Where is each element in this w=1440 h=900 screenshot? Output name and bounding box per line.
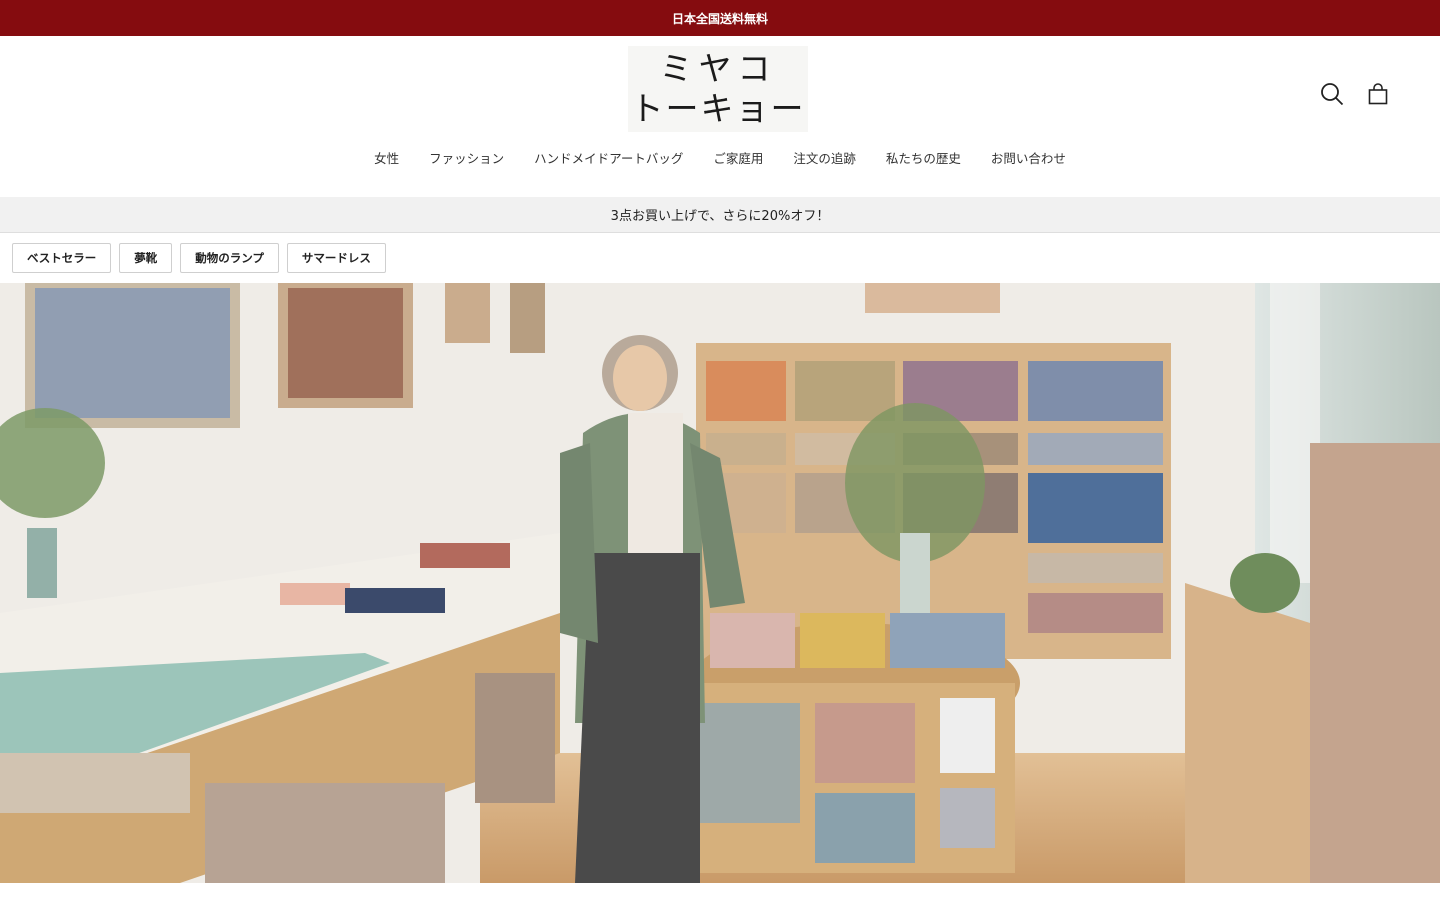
hero-image <box>0 283 1440 883</box>
collection-chips: ベストセラー 夢靴 動物のランプ サマードレス <box>12 243 386 273</box>
chip-bestsellers[interactable]: ベストセラー <box>12 243 112 273</box>
cart-button[interactable] <box>1364 80 1392 108</box>
site-header: ミヤコ トーキョー 女性 ファッション ハンドメイドアートバッグ ご家庭用 注文… <box>0 36 1440 197</box>
chip-dream-shoes[interactable]: 夢靴 <box>119 243 173 273</box>
promo-text: 3点お買い上げで、さらに20%オフ！ <box>610 209 830 224</box>
nav-item-fashion[interactable]: ファッション <box>429 148 504 168</box>
logo-line-2: トーキョー <box>630 89 806 128</box>
search-icon <box>1321 83 1344 106</box>
nav-item-home[interactable]: ご家庭用 <box>713 148 763 168</box>
chip-animal-lamps[interactable]: 動物のランプ <box>180 243 279 273</box>
nav-item-women[interactable]: 女性 <box>374 148 399 168</box>
logo-line-1: ミヤコ <box>659 49 777 88</box>
shopping-bag-icon <box>1368 83 1388 105</box>
announcement-bar: 日本全国送料無料 <box>0 0 1440 36</box>
main-nav: 女性 ファッション ハンドメイドアートバッグ ご家庭用 注文の追跡 私たちの歴史… <box>0 148 1440 168</box>
chip-summer-dresses[interactable]: サマードレス <box>286 243 386 273</box>
announcement-text: 日本全国送料無料 <box>671 11 768 26</box>
nav-item-order-tracking[interactable]: 注文の追跡 <box>793 148 856 168</box>
nav-item-handmade-art-bags[interactable]: ハンドメイドアートバッグ <box>534 148 683 168</box>
nav-item-our-history[interactable]: 私たちの歴史 <box>886 148 961 168</box>
nav-item-contact[interactable]: お問い合わせ <box>991 148 1066 168</box>
search-button[interactable] <box>1318 80 1346 108</box>
hero-fabric-shop-illustration <box>0 283 1440 883</box>
site-logo[interactable]: ミヤコ トーキョー <box>628 46 808 132</box>
promo-banner: 3点お買い上げで、さらに20%オフ！ <box>0 197 1440 233</box>
